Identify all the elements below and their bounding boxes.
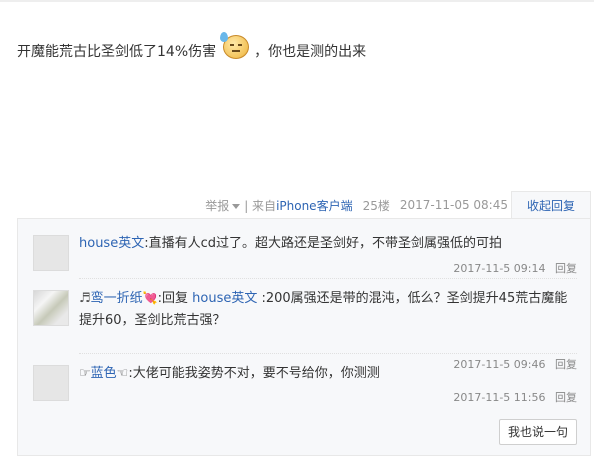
reply-button[interactable]: 回复 (555, 391, 577, 404)
reply-text-lead: :回复 (157, 291, 193, 306)
reply-content: ♬鸾一折纸💘:回复 house英文 :200属强还是带的混沌，低么？圣剑提升45… (79, 287, 569, 332)
reply-meta: 2017-11-5 09:14 回复 (447, 260, 577, 276)
reply-box: house英文:直播有人cd过了。超大路还是圣剑好，不带圣剑属强低的可拍 201… (17, 218, 591, 456)
reply-username[interactable]: ☞蓝色☜ (79, 366, 128, 381)
avatar[interactable] (33, 235, 69, 271)
post-text-before: 开魔能荒古比圣剑低了14%伤害 (17, 44, 217, 60)
reply-username-text: 蓝色 (90, 366, 117, 381)
divider (79, 353, 577, 354)
post-meta-bar: 举报 | 来自 iPhone客户端 25楼 2017-11-05 08:45 (0, 192, 508, 218)
reply-content: ☞蓝色☜:大佬可能我姿势不对，要不号给你，你测测 (79, 363, 569, 385)
client-link[interactable]: iPhone客户端 (276, 197, 353, 214)
collapse-reply-button[interactable]: 收起回复 (511, 191, 591, 220)
report-label: 举报 (205, 198, 230, 213)
post-text-after: ，你也是测的出来 (254, 44, 367, 60)
reply-text: :直播有人cd过了。超大路还是圣剑好，不带圣剑属强低的可拍 (144, 236, 502, 251)
music-note-icon: ♬ (79, 291, 91, 306)
pointing-hand-icon: ☜ (116, 366, 129, 381)
heart-icon: 💘 (142, 291, 158, 305)
chevron-down-icon (232, 203, 241, 209)
reply-time: 2017-11-5 09:14 (453, 262, 546, 275)
avatar[interactable] (33, 290, 69, 326)
say-something-button[interactable]: 我也说一句 (499, 419, 577, 445)
source-prefix: | 来自 (244, 198, 277, 213)
post-content: 开魔能荒古比圣剑低了14%伤害 ，你也是测的出来 (17, 32, 367, 64)
avatar[interactable] (33, 365, 69, 401)
top-divider (0, 0, 594, 2)
sweat-smile-emoji-icon (220, 32, 250, 59)
reply-content: house英文:直播有人cd过了。超大路还是圣剑好，不带圣剑属强低的可拍 (79, 233, 569, 255)
report-menu[interactable]: 举报 (199, 197, 241, 214)
reply-button[interactable]: 回复 (555, 262, 577, 275)
reply-username[interactable]: house英文 (79, 236, 144, 251)
reply-meta: 2017-11-5 11:56 回复 (447, 389, 577, 405)
pointing-hand-icon: ☞ (79, 366, 91, 381)
reply-time: 2017-11-5 11:56 (453, 391, 546, 404)
mention-username[interactable]: house英文 (192, 291, 257, 306)
reply-text: :大佬可能我姿势不对，要不号给你，你测测 (128, 366, 380, 381)
reply-username-text: 鸾一折纸 (90, 291, 143, 306)
divider (79, 278, 577, 279)
floor-number: 25楼 (362, 198, 390, 213)
reply-username[interactable]: ♬鸾一折纸💘 (79, 291, 158, 306)
post-datetime: 2017-11-05 08:45 (399, 198, 508, 212)
